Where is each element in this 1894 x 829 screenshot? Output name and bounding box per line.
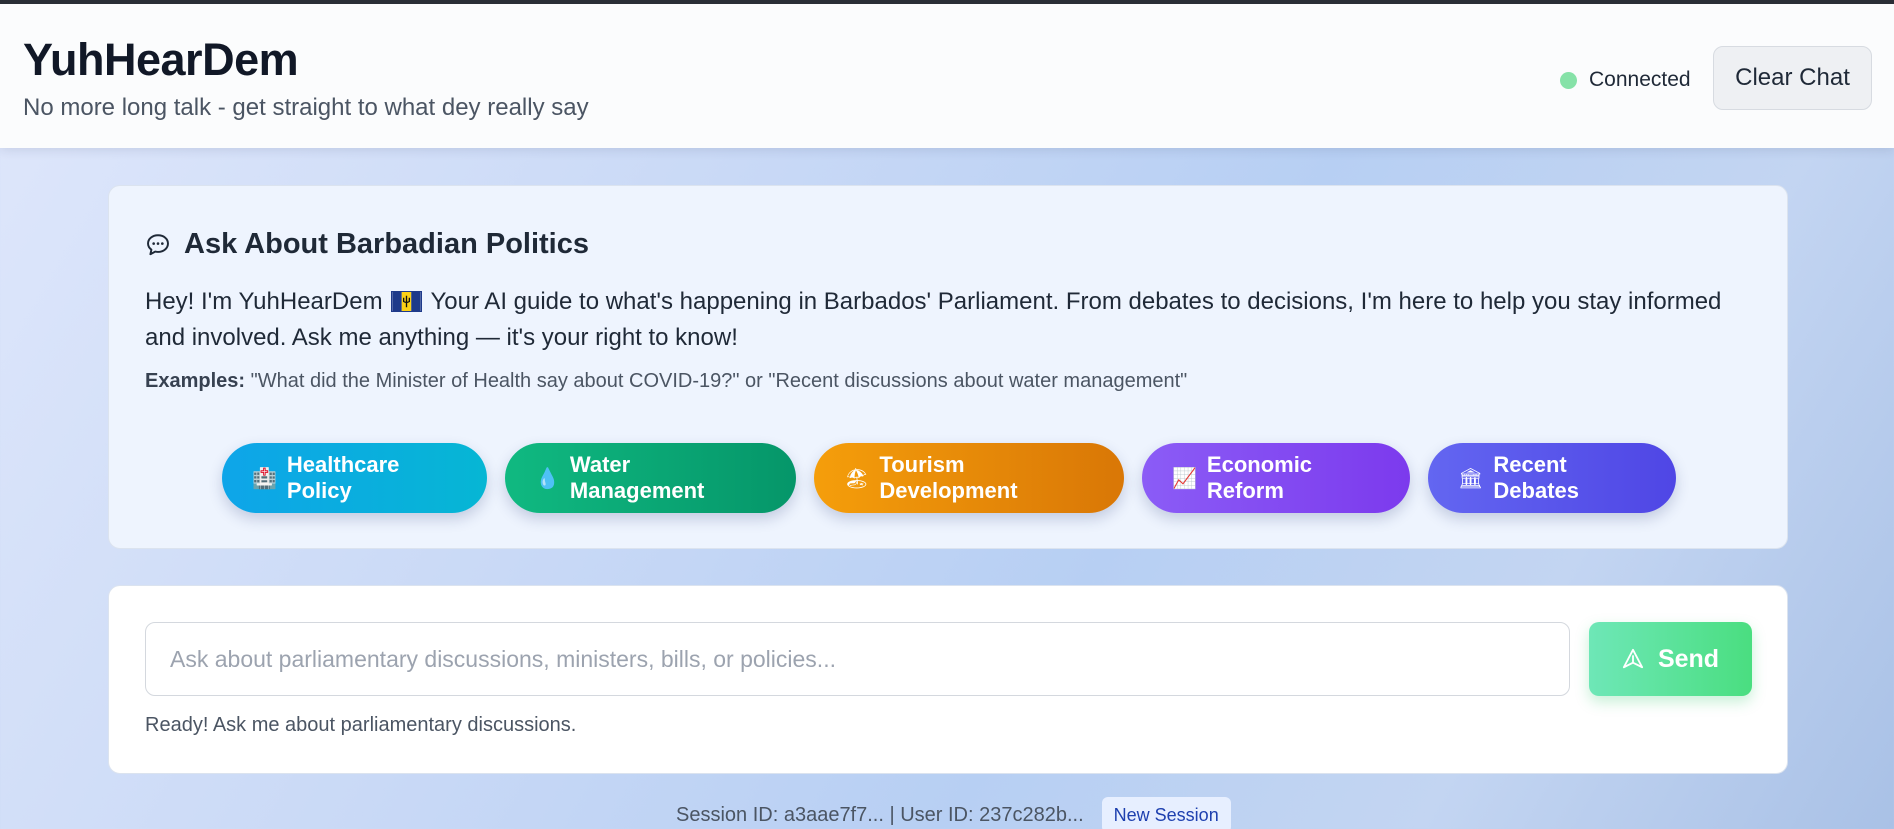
- app-subtitle: No more long talk - get straight to what…: [23, 94, 589, 121]
- topic-recent-debates-button[interactable]: 🏛 Recent Debates: [1428, 443, 1676, 513]
- status-text: Connected: [1589, 68, 1691, 91]
- intro-title: Ask About Barbadian Politics: [184, 228, 589, 260]
- topic-label: Water Management: [569, 452, 705, 503]
- examples-label: Examples:: [145, 370, 246, 392]
- send-icon: [1622, 648, 1644, 669]
- intro-heading: Ask About Barbadian Politics: [145, 228, 589, 261]
- topic-label: Tourism Development: [879, 452, 1018, 503]
- status-dot-icon: [1560, 71, 1577, 89]
- connection-status: Connected: [1560, 68, 1691, 92]
- topic-tourism-development-button[interactable]: 🏖 Tourism Development: [814, 443, 1124, 513]
- government-building-icon: 🏛: [1458, 466, 1484, 490]
- app-header: YuhHearDem No more long talk - get strai…: [0, 4, 1894, 148]
- intro-panel: Ask About Barbadian Politics Hey! I'm Yu…: [108, 185, 1788, 549]
- app-title: YuhHearDem: [23, 34, 299, 85]
- topic-label: Recent Debates: [1493, 452, 1579, 503]
- send-label: Send: [1657, 644, 1720, 673]
- session-info: Session ID: a3aae7f7... | User ID: 237c2…: [676, 803, 1084, 826]
- intro-message: Hey! I'm YuhHearDem Your AI guide to wha…: [145, 284, 1745, 356]
- hospital-icon: 🏥: [252, 466, 277, 490]
- topic-water-management-button[interactable]: 💧 Water Management: [505, 443, 796, 513]
- examples-text: "What did the Minister of Health say abo…: [250, 370, 1188, 392]
- topic-healthcare-policy-button[interactable]: 🏥 Healthcare Policy: [222, 443, 487, 513]
- examples-line: Examples: "What did the Minister of Heal…: [145, 370, 1187, 393]
- chat-input[interactable]: [145, 622, 1570, 696]
- intro-text-start: Hey! I'm YuhHearDem: [145, 288, 383, 315]
- session-footer: Session ID: a3aae7f7... | User ID: 237c2…: [676, 797, 1231, 829]
- topic-label: Economic Reform: [1206, 452, 1313, 503]
- composer-status-text: Ready! Ask me about parliamentary discus…: [145, 714, 577, 736]
- barbados-flag-icon: [391, 291, 423, 312]
- chat-bubble-icon: [147, 233, 169, 255]
- new-session-button[interactable]: New Session: [1101, 797, 1231, 829]
- beach-umbrella-icon: 🏖: [844, 466, 870, 490]
- topic-economic-reform-button[interactable]: 📈 Economic Reform: [1142, 443, 1410, 513]
- chart-up-icon: 📈: [1172, 466, 1197, 490]
- composer-panel: Send Ready! Ask me about parliamentary d…: [108, 585, 1788, 774]
- clear-chat-button[interactable]: Clear Chat: [1713, 46, 1872, 110]
- water-drop-icon: 💧: [535, 466, 560, 490]
- topic-buttons: 🏥 Healthcare Policy 💧 Water Management 🏖…: [109, 443, 1789, 513]
- topic-label: Healthcare Policy: [286, 452, 400, 503]
- send-button[interactable]: Send: [1589, 622, 1752, 696]
